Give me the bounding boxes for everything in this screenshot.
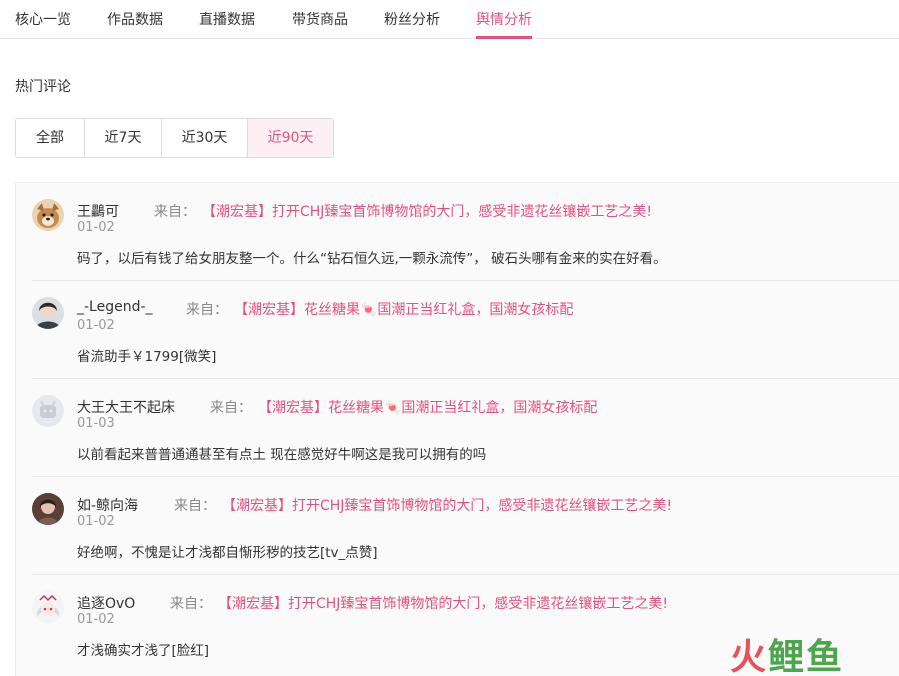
comment-text: 码了，以后有钱了给女朋友整一个。什么“钻石恒久远,一颗永流传”， 破石头哪有金来… [77,251,667,267]
range-30d-button[interactable]: 近30天 [162,119,248,157]
tab-fans-analysis[interactable]: 粉丝分析 [384,9,440,29]
comment-date: 01-02 [77,612,115,627]
from-label: 来自： [186,302,228,318]
comment-text: 以前看起来普普通通甚至有点土 现在感觉好牛啊这是我可以拥有的吗 [77,447,487,463]
range-all-button[interactable]: 全部 [16,119,85,157]
comment-item: _-Legend-_ 来自： 【潮宏基】花丝糖果🍬国潮正当红礼盒，国潮女孩标配 … [32,281,899,379]
photo-avatar-icon[interactable] [32,493,64,525]
photo-avatar-icon[interactable] [32,297,64,329]
source-video-link[interactable]: 【潮宏基】打开CHJ臻宝首饰博物馆的大门，感受非遗花丝镶嵌工艺之美! [218,593,668,613]
comment-text: 才浅确实才浅了[脸红] [77,643,210,659]
tab-core-overview[interactable]: 核心一览 [15,9,71,29]
comment-date: 01-02 [77,318,115,333]
comment-list: 王鸓可 来自： 【潮宏基】打开CHJ臻宝首饰博物馆的大门，感受非遗花丝镶嵌工艺之… [15,182,899,676]
tab-sentiment-analysis[interactable]: 舆情分析 [476,9,532,29]
tab-works-data[interactable]: 作品数据 [107,9,163,29]
comment-item: 王鸓可 来自： 【潮宏基】打开CHJ臻宝首饰博物馆的大门，感受非遗花丝镶嵌工艺之… [32,183,899,281]
range-90d-button[interactable]: 近90天 [248,119,333,157]
source-video-link[interactable]: 【潮宏基】花丝糖果🍬国潮正当红礼盒，国潮女孩标配 [234,299,573,319]
dog-avatar-icon[interactable] [32,199,64,231]
source-video-link[interactable]: 【潮宏基】花丝糖果🍬国潮正当红礼盒，国潮女孩标配 [258,397,597,417]
comment-username[interactable]: _-Legend-_ [77,299,153,315]
comment-username[interactable]: 追逐OvO [77,593,135,613]
comment-date: 01-02 [77,514,115,529]
active-tab-indicator [476,36,532,39]
time-range-selector: 全部 近7天 近30天 近90天 [15,118,334,158]
top-tab-bar: 核心一览 作品数据 直播数据 带货商品 粉丝分析 舆情分析 [0,0,899,39]
from-label: 来自： [174,498,216,514]
comment-item: 大王大王不起床 来自： 【潮宏基】花丝糖果🍬国潮正当红礼盒，国潮女孩标配 01-… [32,379,899,477]
comment-text: 省流助手￥1799[微笑] [77,349,217,365]
default-avatar-icon[interactable] [32,395,64,427]
from-label: 来自： [170,596,212,612]
from-label: 来自： [154,204,196,220]
comment-date: 01-03 [77,416,115,431]
from-label: 来自： [210,400,252,416]
source-video-link[interactable]: 【潮宏基】打开CHJ臻宝首饰博物馆的大门，感受非遗花丝镶嵌工艺之美! [222,495,672,515]
comment-date: 01-02 [77,220,115,235]
tab-products[interactable]: 带货商品 [292,9,348,29]
tab-live-data[interactable]: 直播数据 [199,9,255,29]
comment-username[interactable]: 王鸓可 [77,201,119,221]
watermark-logo: 火鲤鱼 [730,628,844,676]
section-title: 热门评论 [15,79,71,95]
comment-text: 好绝啊，不愧是让才浅都自惭形秽的技艺[tv_点赞] [77,545,378,561]
comment-username[interactable]: 如-鲸向海 [77,495,138,515]
comment-username[interactable]: 大王大王不起床 [77,397,175,417]
watermark-part-1: 火 [730,637,769,676]
source-video-link[interactable]: 【潮宏基】打开CHJ臻宝首饰博物馆的大门，感受非遗花丝镶嵌工艺之美! [202,201,652,221]
range-7d-button[interactable]: 近7天 [85,119,162,157]
watermark-part-2: 鲤鱼 [768,637,845,676]
comment-item: 如-鲸向海 来自： 【潮宏基】打开CHJ臻宝首饰博物馆的大门，感受非遗花丝镶嵌工… [32,477,899,575]
anime-avatar-icon[interactable] [32,591,64,623]
